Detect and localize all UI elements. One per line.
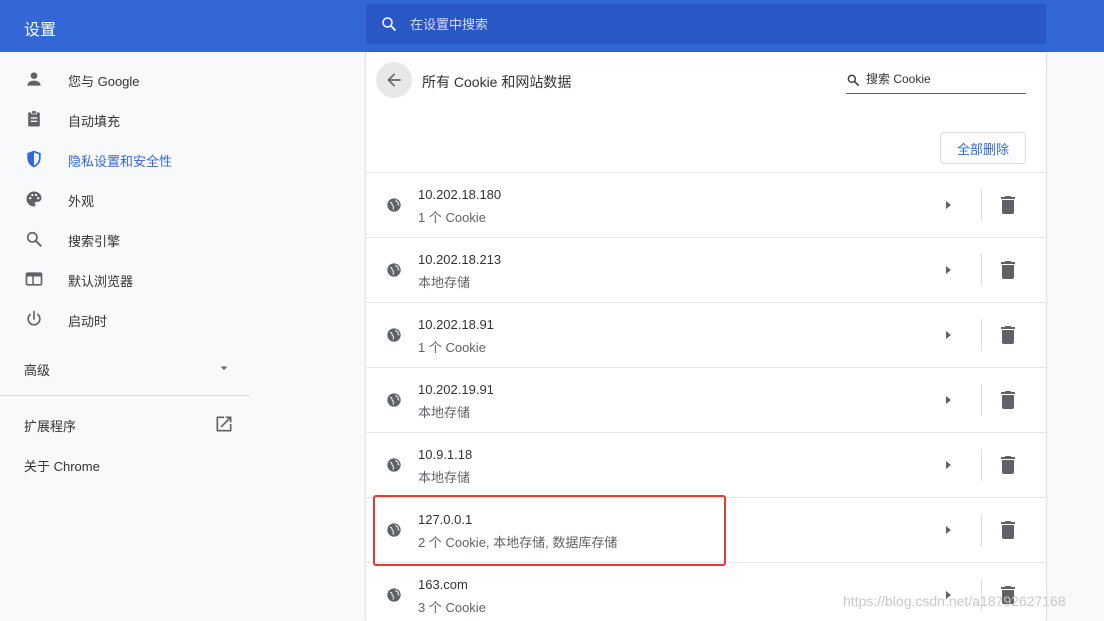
top-bar: 设置 — [0, 0, 1104, 52]
clipboard-icon — [28, 110, 40, 127]
remove-all-button[interactable]: 全部删除 — [940, 132, 1026, 164]
globe-icon — [387, 328, 401, 342]
globe-icon — [387, 198, 401, 212]
play-arrow-icon[interactable] — [936, 518, 960, 542]
advanced-label: 高级 — [24, 363, 51, 378]
row-separator — [981, 319, 982, 351]
row-separator — [981, 384, 982, 416]
settings-search-bar[interactable] — [366, 4, 1046, 44]
delete-icon[interactable] — [996, 258, 1020, 282]
row-separator — [981, 514, 982, 546]
caret-down-icon — [220, 366, 228, 370]
search-icon — [847, 74, 860, 87]
site-row[interactable]: 10.202.19.91 本地存储 — [366, 367, 1046, 432]
sidebar-item-label: 搜索引擎 — [68, 234, 121, 249]
globe-icon — [387, 263, 401, 277]
globe-icon — [387, 588, 401, 602]
sidebar-item-appearance[interactable]: 外观 — [0, 179, 250, 219]
arrow-back-icon — [387, 73, 401, 87]
back-button[interactable] — [376, 62, 412, 98]
delete-icon[interactable] — [996, 193, 1020, 217]
power-icon — [27, 310, 41, 326]
site-host: 10.202.18.213 — [418, 252, 502, 267]
person-icon — [27, 72, 41, 86]
site-description: 1 个 Cookie — [418, 340, 486, 355]
site-host: 10.9.1.18 — [418, 447, 473, 462]
site-row[interactable]: 10.202.18.180 1 个 Cookie — [366, 172, 1046, 237]
extensions-label: 扩展程序 — [24, 419, 77, 434]
sidebar-item-privacy[interactable]: 隐私设置和安全性 — [0, 139, 250, 179]
sidebar-item-label: 您与 Google — [68, 74, 140, 89]
play-arrow-icon[interactable] — [936, 453, 960, 477]
cookie-search-input[interactable] — [866, 72, 1022, 86]
sidebar-divider — [0, 395, 250, 396]
about-chrome-label: 关于 Chrome — [24, 459, 100, 474]
page-title: 所有 Cookie 和网站数据 — [422, 74, 572, 90]
settings-search-input[interactable] — [410, 16, 1010, 32]
site-description: 1 个 Cookie — [418, 210, 486, 225]
site-row[interactable]: 10.202.18.213 本地存储 — [366, 237, 1046, 302]
cookie-search[interactable] — [846, 68, 1026, 94]
site-host: 10.202.18.91 — [418, 317, 494, 332]
browser-window-icon — [25, 272, 43, 286]
site-host: 10.202.18.180 — [418, 187, 502, 202]
sidebar-item-label: 自动填充 — [68, 114, 121, 129]
shield-icon — [27, 150, 41, 168]
sidebar-item-extensions[interactable]: 扩展程序 — [0, 409, 250, 439]
sidebar-item-label: 默认浏览器 — [68, 274, 134, 289]
watermark: https://blog.csdn.net/a18792627168 — [843, 593, 1066, 609]
palette-icon — [26, 191, 42, 207]
delete-icon[interactable] — [996, 453, 1020, 477]
globe-icon — [387, 458, 401, 472]
site-row[interactable]: 10.202.18.91 1 个 Cookie — [366, 302, 1046, 367]
site-description: 本地存储 — [418, 470, 471, 485]
delete-icon[interactable] — [996, 388, 1020, 412]
sidebar-item-label: 隐私设置和安全性 — [68, 154, 173, 169]
play-arrow-icon[interactable] — [936, 323, 960, 347]
row-separator — [981, 254, 982, 286]
sidebar-item-you-and-google[interactable]: 您与 Google — [0, 59, 250, 99]
row-separator — [981, 449, 982, 481]
play-arrow-icon[interactable] — [936, 388, 960, 412]
row-separator — [981, 189, 982, 221]
sidebar-item-default-browser[interactable]: 默认浏览器 — [0, 259, 250, 299]
site-host: 163.com — [418, 577, 468, 592]
sidebar-item-label: 外观 — [68, 194, 95, 209]
highlight-box — [373, 495, 726, 566]
play-arrow-icon[interactable] — [936, 193, 960, 217]
site-row[interactable]: 10.9.1.18 本地存储 — [366, 432, 1046, 497]
site-description: 本地存储 — [418, 405, 471, 420]
play-arrow-icon[interactable] — [936, 258, 960, 282]
sidebar-item-on-startup[interactable]: 启动时 — [0, 299, 250, 339]
sidebar-item-search-engine[interactable]: 搜索引擎 — [0, 219, 250, 259]
site-row[interactable]: 163.com 3 个 Cookie — [366, 562, 1046, 621]
search-icon — [26, 231, 42, 247]
globe-icon — [387, 393, 401, 407]
app-title: 设置 — [24, 22, 57, 39]
delete-icon[interactable] — [996, 518, 1020, 542]
sidebar-item-about-chrome[interactable]: 关于 Chrome — [0, 449, 250, 479]
sidebar-advanced-toggle[interactable]: 高级 — [0, 352, 250, 384]
site-description: 本地存储 — [418, 275, 471, 290]
sidebar: 您与 Google 自动填充 隐私设置和安全性 外观 搜索引擎 默认浏览器 启动… — [0, 52, 250, 621]
open-in-new-icon — [216, 416, 232, 432]
sidebar-item-autofill[interactable]: 自动填充 — [0, 99, 250, 139]
site-host: 10.202.19.91 — [418, 382, 494, 397]
sidebar-item-label: 启动时 — [68, 314, 108, 329]
delete-icon[interactable] — [996, 323, 1020, 347]
site-description: 3 个 Cookie — [418, 600, 486, 615]
search-icon — [382, 17, 396, 31]
